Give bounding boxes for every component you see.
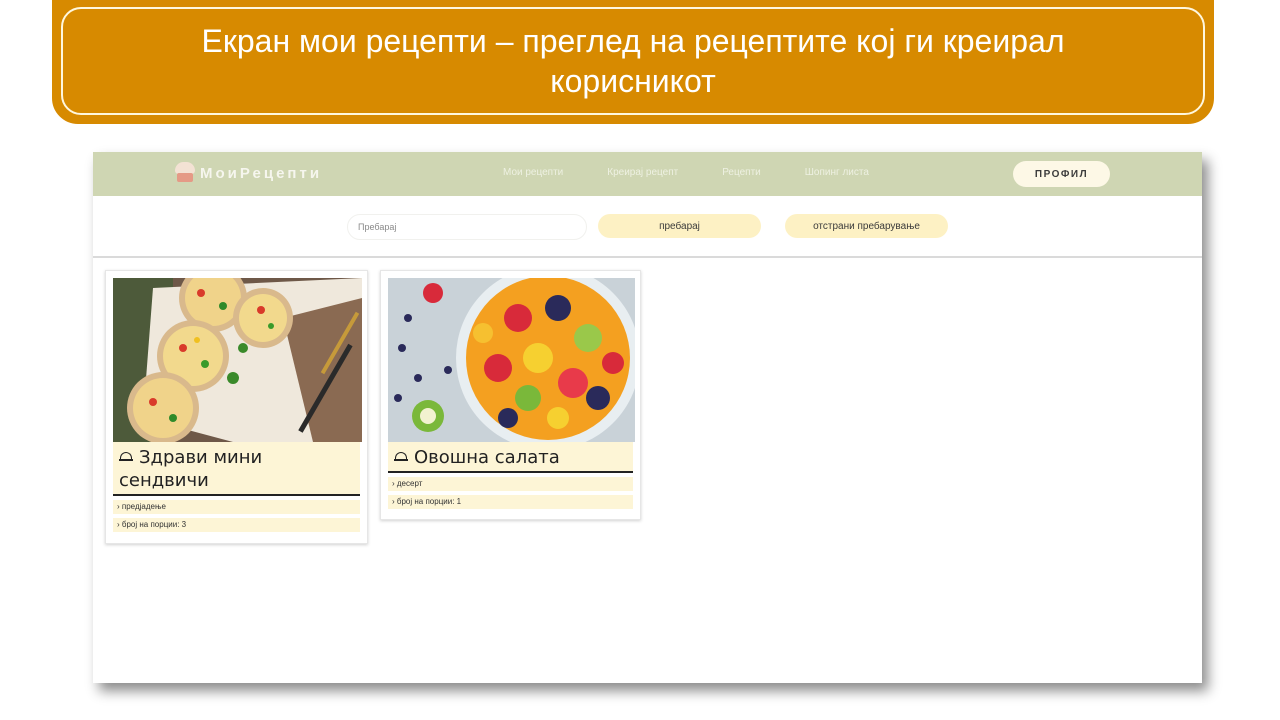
cloche-icon — [119, 452, 133, 462]
nav-link-my-recipes[interactable]: Мои рецепти — [503, 167, 563, 178]
recipe-card[interactable]: Овошна салата › десерт › број на порции:… — [380, 270, 641, 520]
search-bar: пребарај отстрани пребарување — [93, 214, 1202, 240]
nav-link-recipes[interactable]: Рецепти — [722, 167, 761, 178]
recipe-title[interactable]: Здрави мини сендвичи — [119, 447, 262, 491]
slide-title: Екран мои рецепти – преглед на рецептите… — [201, 23, 1065, 99]
search-input[interactable] — [347, 214, 587, 240]
slide-title-frame: Екран мои рецепти – преглед на рецептите… — [61, 7, 1205, 115]
recipe-title-box: Овошна салата — [388, 442, 633, 473]
recipe-servings: › број на порции: 1 — [388, 495, 633, 509]
recipe-card-body: Здрави мини сендвичи › предјадење › број… — [113, 442, 360, 532]
brand-name: МоиРецепти — [200, 164, 323, 182]
nav-link-shopping-list[interactable]: Шопинг листа — [805, 167, 869, 178]
nav-link-create-recipe[interactable]: Креирај рецепт — [607, 167, 678, 178]
recipe-card[interactable]: Здрави мини сендвичи › предјадење › број… — [105, 270, 368, 544]
recipe-category: › десерт — [388, 477, 633, 491]
slide-title-banner: Екран мои рецепти – преглед на рецептите… — [52, 0, 1214, 124]
recipe-image-mini-sandwiches[interactable] — [113, 278, 362, 442]
recipe-image-fruit-salad[interactable] — [388, 278, 635, 442]
clear-search-button[interactable]: отстрани пребарување — [785, 214, 948, 238]
recipe-title-box: Здрави мини сендвичи — [113, 442, 360, 496]
recipe-category: › предјадење — [113, 500, 360, 514]
nav-links: Мои рецепти Креирај рецепт Рецепти Шопин… — [503, 167, 913, 178]
brand-logo[interactable]: МоиРецепти — [173, 162, 322, 184]
search-button[interactable]: пребарај — [598, 214, 761, 238]
divider — [93, 256, 1202, 258]
profile-button[interactable]: ПРОФИЛ — [1013, 161, 1110, 187]
cloche-icon — [394, 452, 408, 462]
top-navbar: МоиРецепти Мои рецепти Креирај рецепт Ре… — [93, 152, 1202, 196]
recipe-servings: › број на порции: 3 — [113, 518, 360, 532]
app-screenshot: МоиРецепти Мои рецепти Креирај рецепт Ре… — [93, 152, 1202, 683]
recipe-title[interactable]: Овошна салата — [414, 447, 560, 468]
recipe-card-body: Овошна салата › десерт › број на порции:… — [388, 442, 633, 509]
chef-hat-icon — [173, 162, 197, 184]
